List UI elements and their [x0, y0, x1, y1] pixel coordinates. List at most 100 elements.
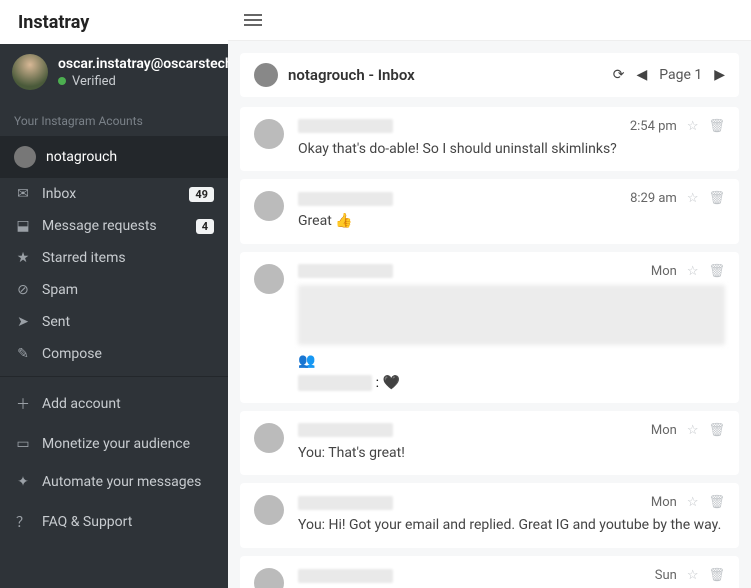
message-preview: Great 👍: [298, 212, 725, 232]
user-block: oscar.instatray@oscarstech Verified: [0, 44, 228, 100]
message-row[interactable]: xxxxx 2:54 pm ☆ 🗑 Okay that's do-able! So…: [240, 107, 739, 172]
user-avatar: [12, 54, 48, 90]
sender-avatar: [254, 191, 284, 221]
sidebar: Instatray oscar.instatray@oscarstech Ver…: [0, 0, 228, 588]
inbox-header: notagrouch - Inbox ⟳ ◀ Page 1 ▶: [240, 53, 739, 97]
sender-name-redacted: xxxxx: [298, 496, 393, 510]
inbox-in-icon: ⬓: [14, 218, 32, 234]
nav-label: Automate your messages: [42, 474, 201, 490]
nav-label: Message requests: [42, 218, 157, 234]
prev-page-icon[interactable]: ◀: [636, 67, 647, 83]
inbox-icon: ✉: [14, 186, 32, 202]
mailbox-nav: ✉ Inbox 49 ⬓ Message requests 4 ★ Starred ite…: [0, 178, 228, 370]
ban-icon: ⊘: [14, 282, 32, 298]
content-area: notagrouch - Inbox ⟳ ◀ Page 1 ▶ xxxxx 2:…: [228, 41, 751, 588]
accounts-section-label: Your Instagram Acounts: [0, 100, 228, 136]
nav-monetize[interactable]: ▭ Monetize your audience: [0, 425, 228, 463]
sender-avatar: [254, 423, 284, 453]
nav-compose[interactable]: ✎ Compose: [0, 338, 228, 370]
nav-inbox[interactable]: ✉ Inbox 49: [0, 178, 228, 210]
message-preview: You: Hi! Got your email and replied. Gre…: [298, 516, 725, 536]
message-row[interactable]: xxxxx Mon ☆ 🗑 You: That's great!: [240, 411, 739, 476]
pencil-icon: ✎: [14, 346, 32, 362]
topbar: [228, 0, 751, 41]
money-icon: ▭: [14, 436, 32, 452]
paper-plane-icon: ➤: [14, 314, 32, 330]
nav-message-requests[interactable]: ⬓ Message requests 4: [0, 210, 228, 242]
trash-icon[interactable]: 🗑: [708, 119, 725, 134]
star-icon[interactable]: ☆: [687, 568, 699, 583]
sender-avatar: [254, 264, 284, 294]
nav-automate[interactable]: ✦ Automate your messages: [0, 463, 228, 501]
sender-name-redacted: xxxxx: [298, 192, 393, 206]
pager: ⟳ ◀ Page 1 ▶: [613, 67, 725, 83]
message-time: Mon: [651, 495, 677, 510]
nav-spam[interactable]: ⊘ Spam: [0, 274, 228, 306]
hamburger-icon[interactable]: [244, 11, 262, 29]
sender-avatar: [254, 119, 284, 149]
trash-icon[interactable]: 🗑: [708, 495, 725, 510]
sender-name-redacted: xxxxx: [298, 569, 393, 583]
message-preview: You: That's great!: [298, 444, 725, 464]
account-name: notagrouch: [46, 149, 117, 165]
nav-label: Monetize your audience: [42, 436, 190, 452]
nav-add-account[interactable]: ＋Add account: [0, 383, 228, 425]
message-preview-redacted: [298, 285, 725, 345]
nav-label: Compose: [42, 346, 102, 362]
sender-avatar: [254, 495, 284, 525]
star-icon[interactable]: ☆: [687, 191, 699, 206]
nav-label: FAQ & Support: [42, 514, 132, 530]
nav-label: Spam: [42, 282, 78, 298]
nav-label: Add account: [42, 396, 121, 412]
message-time: Mon: [651, 423, 677, 438]
trash-icon[interactable]: 🗑: [708, 191, 725, 206]
trash-icon[interactable]: 🗑: [708, 264, 725, 279]
refresh-icon[interactable]: ⟳: [613, 67, 625, 83]
question-icon: ？: [14, 512, 32, 532]
nav-label: Inbox: [42, 186, 76, 202]
sender-name-redacted: xxxxx: [298, 423, 393, 437]
trash-icon[interactable]: 🗑: [708, 423, 725, 438]
badge-count: 4: [196, 219, 214, 234]
message-time: 8:29 am: [630, 191, 677, 206]
main-panel: notagrouch - Inbox ⟳ ◀ Page 1 ▶ xxxxx 2:…: [228, 0, 751, 588]
page-label: Page 1: [659, 67, 702, 83]
star-icon: ★: [14, 250, 32, 266]
brand-logo: Instatray: [0, 0, 228, 44]
message-list: xxxxx 2:54 pm ☆ 🗑 Okay that's do-able! So…: [240, 107, 739, 588]
message-row[interactable]: xxxxx Mon ☆🗑 👥 xx : 🖤: [240, 252, 739, 403]
divider: [0, 376, 228, 377]
utility-nav: ＋Add account ▭ Monetize your audience ✦ Au…: [0, 383, 228, 543]
nav-faq[interactable]: ？ FAQ & Support: [0, 501, 228, 543]
nav-starred[interactable]: ★ Starred items: [0, 242, 228, 274]
message-preview: Okay that's do-able! So I should uninsta…: [298, 140, 725, 160]
inbox-title: notagrouch - Inbox: [288, 66, 613, 84]
message-time: Sun: [655, 568, 677, 583]
sender-name-redacted: xxxxx: [298, 119, 393, 133]
nav-sent[interactable]: ➤ Sent: [0, 306, 228, 338]
trash-icon[interactable]: 🗑: [708, 568, 725, 583]
star-icon[interactable]: ☆: [687, 423, 699, 438]
sender-avatar: [254, 568, 284, 588]
account-avatar: [14, 146, 36, 168]
account-row-notagrouch[interactable]: notagrouch: [0, 136, 228, 178]
reaction-line: xx : 🖤: [298, 375, 725, 391]
message-time: Mon: [651, 264, 677, 279]
user-email: oscar.instatray@oscarstech: [58, 56, 233, 72]
star-icon[interactable]: ☆: [687, 264, 699, 279]
magic-wand-icon: ✦: [14, 474, 32, 490]
message-row[interactable]: xxxxx Sun ☆🗑 You: Haha: [240, 556, 739, 588]
group-chat-icon: 👥: [298, 353, 725, 369]
message-row[interactable]: xxxxx Mon ☆ 🗑 You: Hi! Got your email and…: [240, 483, 739, 548]
star-icon[interactable]: ☆: [687, 119, 699, 134]
verified-label: Verified: [72, 74, 116, 89]
message-row[interactable]: xxxxx 8:29 am ☆ 🗑 Great 👍: [240, 179, 739, 244]
nav-label: Sent: [42, 314, 70, 330]
nav-label: Starred items: [42, 250, 126, 266]
next-page-icon[interactable]: ▶: [714, 67, 725, 83]
star-icon[interactable]: ☆: [687, 495, 699, 510]
verified-status: Verified: [58, 74, 233, 89]
message-time: 2:54 pm: [630, 119, 677, 134]
badge-count: 49: [189, 187, 214, 202]
inbox-avatar: [254, 63, 278, 87]
